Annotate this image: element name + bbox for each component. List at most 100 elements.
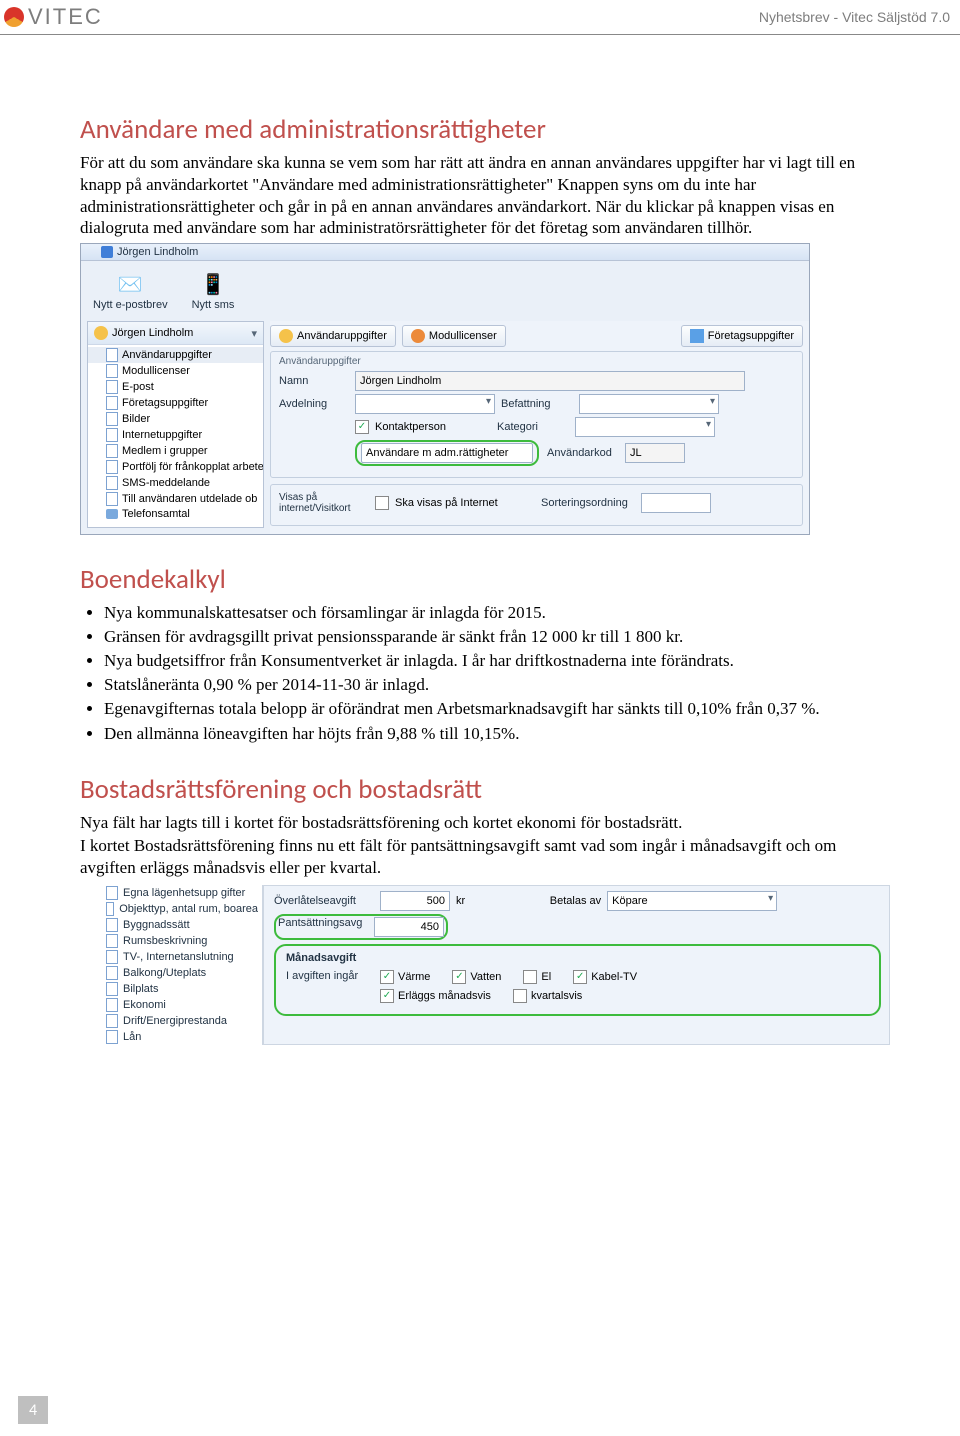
field-name: Jörgen Lindholm [355, 371, 745, 391]
label-el: El [541, 971, 551, 983]
list-item: Egenavgifternas totala belopp är oföränd… [104, 698, 890, 720]
admin-rights-button[interactable]: Användare m adm.rättigheter [361, 443, 533, 463]
page-icon [106, 396, 118, 410]
list-item: Nya kommunalskattesatser och församlinga… [104, 602, 890, 624]
section-1-paragraph: För att du som användare ska kunna se ve… [80, 152, 890, 239]
nav2-item[interactable]: Ekonomi [80, 997, 262, 1013]
toolbar-new-sms-label: Nytt sms [192, 299, 235, 311]
nav2-item[interactable]: TV-, Internetanslutning [80, 949, 262, 965]
label-internet: Visas på internet/Visitkort [279, 492, 369, 514]
nav-item[interactable]: Användaruppgifter [88, 347, 263, 363]
section-1-title: Användare med administrationsrättigheter [80, 113, 890, 146]
label-show-internet: Ska visas på Internet [395, 497, 535, 509]
phone-icon: 📱 [198, 271, 228, 297]
nav-header[interactable]: Jörgen Lindholm▾ [88, 322, 263, 345]
nav-item[interactable]: SMS-meddelande [88, 475, 263, 491]
tab-company[interactable]: Företagsuppgifter [681, 325, 803, 347]
page-icon [106, 918, 118, 932]
page-icon [106, 364, 118, 378]
section-2-title: Boendekalkyl [80, 563, 890, 596]
nav2-item[interactable]: Balkong/Uteplats [80, 965, 262, 981]
nav-item[interactable]: Till användaren utdelade ob [88, 491, 263, 507]
label-usercode: Användarkod [547, 447, 619, 459]
checkbox-monthly[interactable]: ✓ [380, 989, 394, 1003]
label-water: Vatten [470, 971, 501, 983]
page-icon [106, 902, 114, 916]
fieldset-title: Månadsavgift [286, 952, 869, 964]
nav-item[interactable]: Telefonsamtal [88, 507, 263, 521]
nav2-item[interactable]: Objekttyp, antal rum, boarea [80, 901, 262, 917]
field-sort[interactable] [641, 493, 711, 513]
nav-item[interactable]: Modullicenser [88, 363, 263, 379]
mail-icon: ✉️ [115, 271, 145, 297]
list-item: Statslåneränta 0,90 % per 2014-11-30 är … [104, 674, 890, 696]
nav-item[interactable]: Internetuppgifter [88, 427, 263, 443]
label-heat: Värme [398, 971, 430, 983]
field-paid-by[interactable]: Köpare [607, 891, 777, 911]
list-item: Nya budgetsiffror från Konsumentverket ä… [104, 650, 890, 672]
nav2-item[interactable]: Rumsbeskrivning [80, 933, 262, 949]
highlight-admin-button: Användare m adm.rättigheter [355, 440, 539, 466]
page-icon [106, 998, 118, 1012]
checkbox-contact[interactable]: ✓ [355, 420, 369, 434]
page-icon [106, 428, 118, 442]
label-category: Kategori [497, 421, 569, 433]
screenshot-user-admin: Jörgen Lindholm ✉️Nytt e-postbrev 📱 Nytt … [80, 243, 810, 535]
checkbox-water[interactable]: ✓ [452, 970, 466, 984]
window-title: Jörgen Lindholm [117, 246, 198, 258]
label-dept: Avdelning [279, 398, 349, 410]
page-icon [106, 966, 118, 980]
field-transfer-fee[interactable]: 500 [380, 891, 450, 911]
nav-item[interactable]: Medlem i grupper [88, 443, 263, 459]
nav2-item[interactable]: Egna lägenhetsupp gifter [80, 885, 262, 901]
panel-title: Användaruppgifter [279, 356, 794, 367]
highlight-pledge-fee: Pantsättningsavg 450 [274, 914, 448, 940]
company-icon [690, 329, 704, 343]
checkbox-cable[interactable]: ✓ [573, 970, 587, 984]
tab-licenses[interactable]: Modullicenser [402, 325, 506, 347]
label-quarterly: kvartalsvis [531, 990, 582, 1002]
nav-item[interactable]: Företagsuppgifter [88, 395, 263, 411]
section-3-p2: I kortet Bostadsrättsförening finns nu e… [80, 835, 890, 879]
field-title[interactable] [579, 394, 719, 414]
page-icon [106, 934, 118, 948]
page-icon [106, 1014, 118, 1028]
field-category[interactable] [575, 417, 715, 437]
field-usercode: JL [625, 443, 685, 463]
label-cable: Kabel-TV [591, 971, 637, 983]
nav-item[interactable]: Bilder [88, 411, 263, 427]
checkbox-heat[interactable]: ✓ [380, 970, 394, 984]
label-pledge-fee: Pantsättningsavg [278, 917, 374, 937]
nav-item[interactable]: Portfölj för frånkopplat arbete [88, 459, 263, 475]
unit-kr: kr [456, 895, 465, 907]
label-monthly: Erläggs månadsvis [398, 990, 491, 1002]
nav2-item[interactable]: Bilplats [80, 981, 262, 997]
nav-header-label: Jörgen Lindholm [112, 327, 193, 339]
window-icon [101, 246, 113, 258]
page-icon [106, 950, 118, 964]
field-pledge-fee[interactable]: 450 [374, 917, 444, 937]
page-icon [106, 492, 118, 506]
page-icon [106, 886, 118, 900]
nav-item[interactable]: E-post [88, 379, 263, 395]
phone-small-icon [106, 509, 118, 519]
header-title: Nyhetsbrev - Vitec Säljstöd 7.0 [759, 9, 950, 25]
nav2-item[interactable]: Drift/Energiprestanda [80, 1013, 262, 1029]
checkbox-quarterly[interactable] [513, 989, 527, 1003]
nav2-item[interactable]: Lån [80, 1029, 262, 1045]
brand-logo: VITEC [4, 4, 103, 30]
toolbar-new-sms[interactable]: 📱 Nytt sms [192, 271, 235, 311]
label-name: Namn [279, 375, 349, 387]
tab-user[interactable]: Användaruppgifter [270, 325, 396, 347]
nav2-item[interactable]: Byggnadssätt [80, 917, 262, 933]
list-item: Gränsen för avdragsgillt privat pensions… [104, 626, 890, 648]
checkbox-el[interactable] [523, 970, 537, 984]
list-item: Den allmänna löneavgiften har höjts från… [104, 723, 890, 745]
fieldset-monthly-fee: Månadsavgift I avgiften ingår ✓Värme ✓Va… [274, 944, 881, 1016]
checkbox-internet[interactable] [375, 496, 389, 510]
toolbar-new-email[interactable]: ✉️Nytt e-postbrev [93, 271, 168, 311]
screenshot-fees: Egna lägenhetsupp gifter Objekttyp, anta… [80, 885, 890, 1045]
field-dept[interactable] [355, 394, 495, 414]
logo-mark-icon [4, 7, 24, 27]
page-icon [106, 982, 118, 996]
